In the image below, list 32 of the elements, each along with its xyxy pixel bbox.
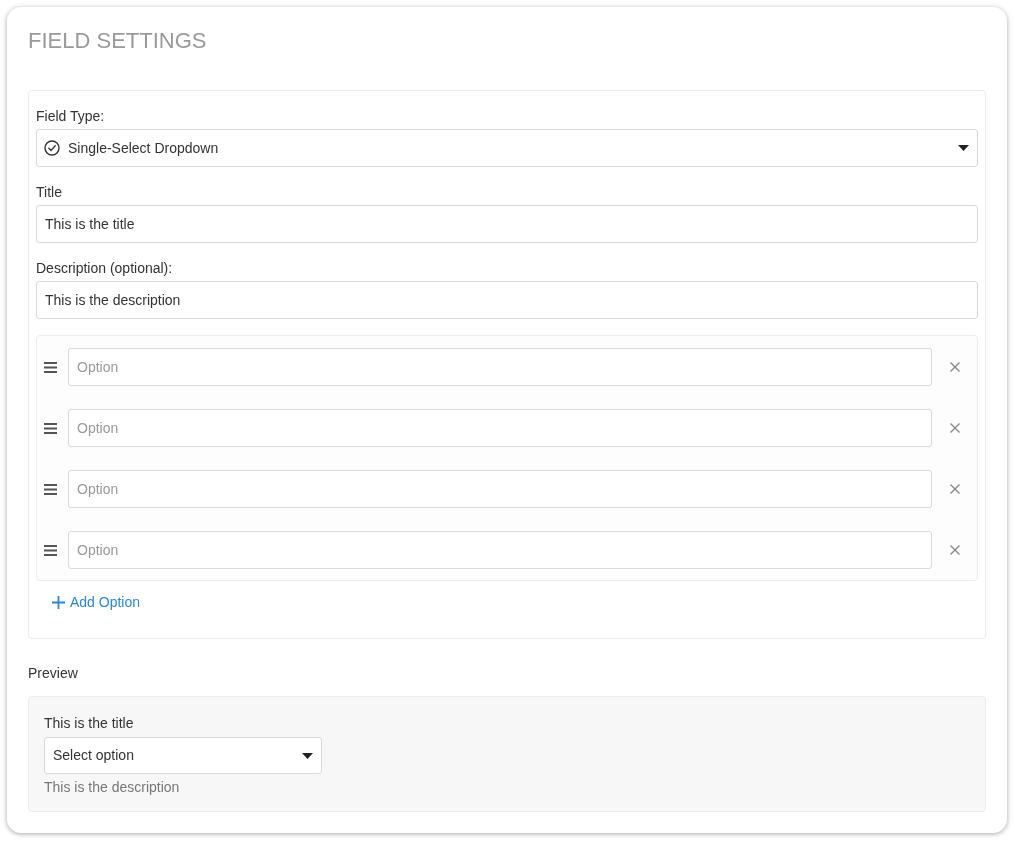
drag-handle-icon[interactable] [44, 422, 57, 434]
caret-icon [958, 145, 969, 151]
close-icon [949, 423, 960, 433]
option-input[interactable]: Option [68, 409, 932, 447]
close-icon [949, 484, 960, 494]
remove-option-button[interactable] [947, 482, 962, 496]
option-input[interactable]: Option [68, 470, 932, 508]
field-label: Description (optional): [36, 259, 174, 278]
remove-option-button[interactable] [947, 360, 962, 374]
field-label: Field Type: [36, 107, 106, 126]
drag-handle-icon[interactable] [44, 544, 57, 556]
caret-icon [302, 752, 313, 759]
close-icon [949, 545, 960, 555]
plus-icon [52, 595, 65, 609]
preview-field-title: This is the title [44, 714, 135, 733]
close-icon [949, 362, 960, 372]
drag-handle-icon[interactable] [44, 361, 57, 373]
title-input[interactable]: This is the title [36, 205, 978, 243]
remove-option-button[interactable] [947, 543, 962, 557]
option-input[interactable]: Option [68, 348, 932, 386]
preview-field-description: This is the description [44, 778, 181, 797]
remove-option-button[interactable] [947, 421, 962, 435]
option-input[interactable]: Option [68, 531, 932, 569]
preview-select-dropdown[interactable]: Select option [44, 737, 322, 774]
preview-heading: Preview [28, 664, 79, 683]
check-circle-icon [44, 140, 60, 156]
description-input[interactable]: This is the description [36, 281, 978, 319]
drag-handle-icon[interactable] [44, 483, 57, 495]
field-label: Title [36, 183, 63, 202]
section-title: FIELD SETTINGS [28, 27, 208, 55]
add-option-button[interactable]: Add Option [52, 592, 141, 612]
field-type-dropdown[interactable]: Single-Select Dropdown [36, 129, 978, 167]
